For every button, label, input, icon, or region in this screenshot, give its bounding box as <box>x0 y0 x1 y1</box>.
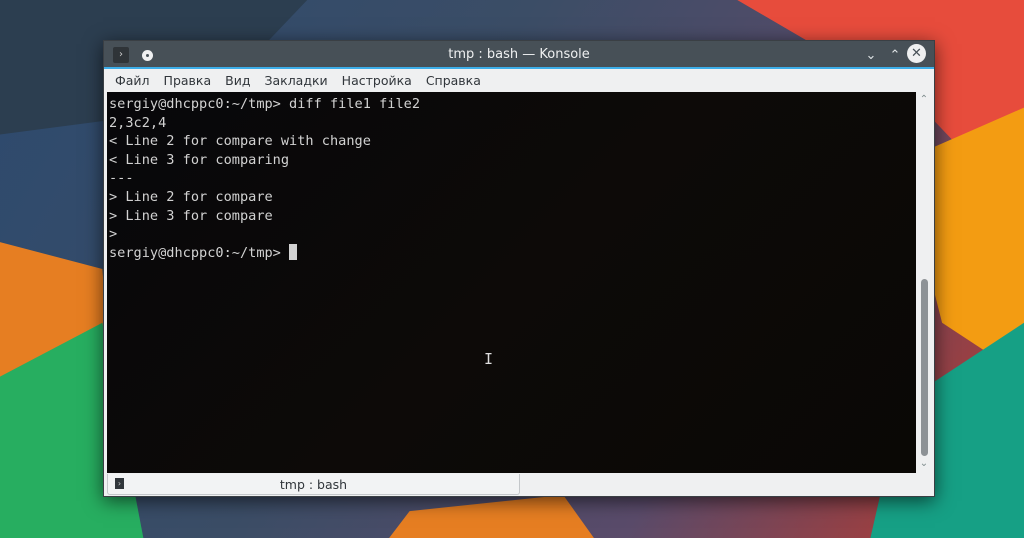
window-title: tmp : bash — Konsole <box>448 47 590 62</box>
menu-bookmarks[interactable]: Закладки <box>257 73 334 88</box>
title-bar: › tmp : bash — Konsole ⌄ ⌃ ✕ <box>104 41 934 69</box>
menu-help[interactable]: Справка <box>419 73 488 88</box>
prompt: sergiy@dhcppc0:~/tmp> <box>109 244 290 261</box>
terminal-line: --- <box>109 170 134 187</box>
close-button[interactable]: ✕ <box>907 44 926 63</box>
close-icon: ✕ <box>911 46 922 61</box>
menu-view[interactable]: Вид <box>218 73 257 88</box>
terminal-line: 2,3c2,4 <box>109 114 167 131</box>
maximize-button[interactable]: ⌃ <box>885 45 905 65</box>
tab-bash[interactable]: › tmp : bash <box>107 474 520 495</box>
terminal-output[interactable]: sergiy@dhcppc0:~/tmp> diff file1 file2 2,… <box>107 92 916 473</box>
menu-file[interactable]: Файл <box>108 73 157 88</box>
terminal-line: > Line 3 for compare <box>109 207 273 224</box>
scrollbar[interactable]: ⌃ ⌄ <box>916 92 932 473</box>
terminal-line: > <box>109 226 118 243</box>
ibeam-cursor-icon: I <box>484 350 494 368</box>
tab-label: tmp : bash <box>279 477 348 492</box>
menu-edit[interactable]: Правка <box>157 73 219 88</box>
minimize-button[interactable]: ⌄ <box>861 45 881 65</box>
konsole-window: › tmp : bash — Konsole ⌄ ⌃ ✕ Файл Правка… <box>103 40 935 497</box>
menu-bar: Файл Правка Вид Закладки Настройка Справ… <box>104 69 934 92</box>
text-cursor <box>289 243 298 260</box>
terminal-line: < Line 3 for comparing <box>109 151 290 168</box>
terminal-line: < Line 2 for compare with change <box>109 133 371 150</box>
scroll-up-icon[interactable]: ⌃ <box>916 94 932 105</box>
terminal-prompt-line: sergiy@dhcppc0:~/tmp> <box>109 243 914 263</box>
terminal-line: sergiy@dhcppc0:~/tmp> diff file1 file2 <box>109 96 420 112</box>
scrollbar-thumb[interactable] <box>921 279 928 456</box>
menu-settings[interactable]: Настройка <box>335 73 419 88</box>
terminal-line: > Line 2 for compare <box>109 188 273 205</box>
scroll-down-icon[interactable]: ⌄ <box>916 458 932 469</box>
